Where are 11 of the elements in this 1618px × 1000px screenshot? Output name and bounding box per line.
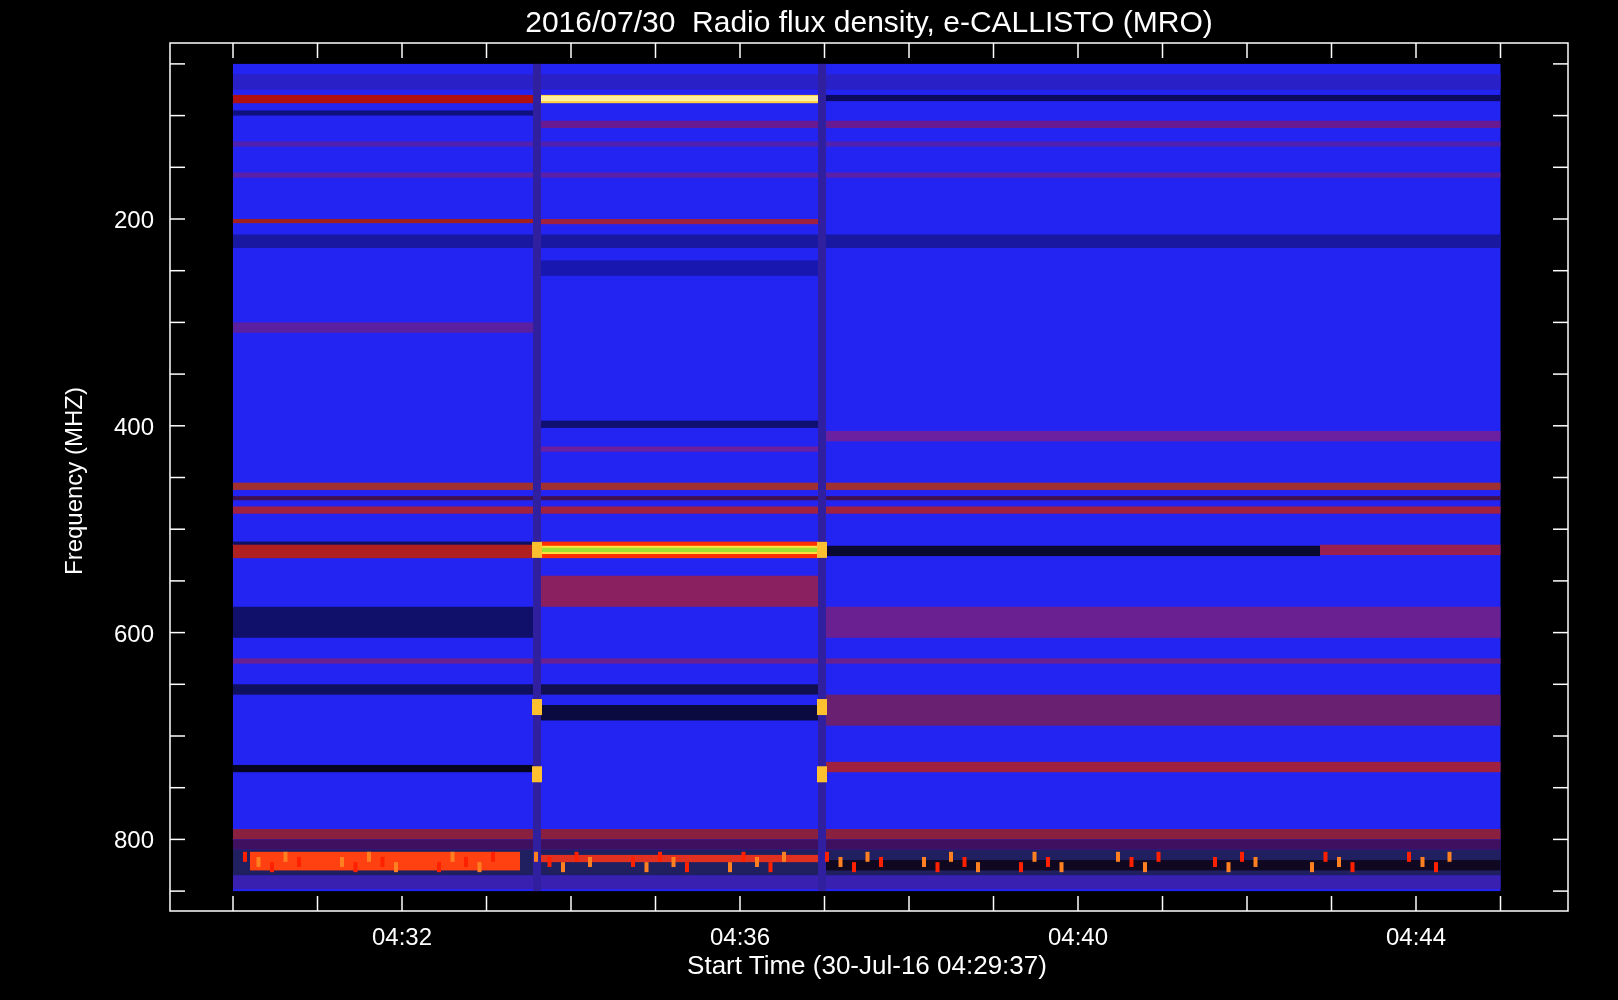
- y-axis-label: Frequency (MHZ): [60, 387, 87, 575]
- y-tick-label: 800: [114, 826, 154, 854]
- x-tick-label: 04:40: [1047, 923, 1109, 950]
- x-tick-label: 04:44: [1385, 923, 1447, 950]
- chart-title: 2016/07/30 Radio flux density, e-CALLISTO (MRO): [525, 5, 1213, 38]
- x-tick-label: 04:36: [709, 923, 771, 950]
- y-tick-label: 200: [114, 206, 154, 233]
- y-tick-label: 600: [114, 619, 154, 647]
- x-tick-label: 04:32: [371, 923, 433, 950]
- y-tick-label: 400: [114, 412, 154, 440]
- x-axis-label: Start Time (30-Jul-16 04:29:37): [687, 950, 1047, 980]
